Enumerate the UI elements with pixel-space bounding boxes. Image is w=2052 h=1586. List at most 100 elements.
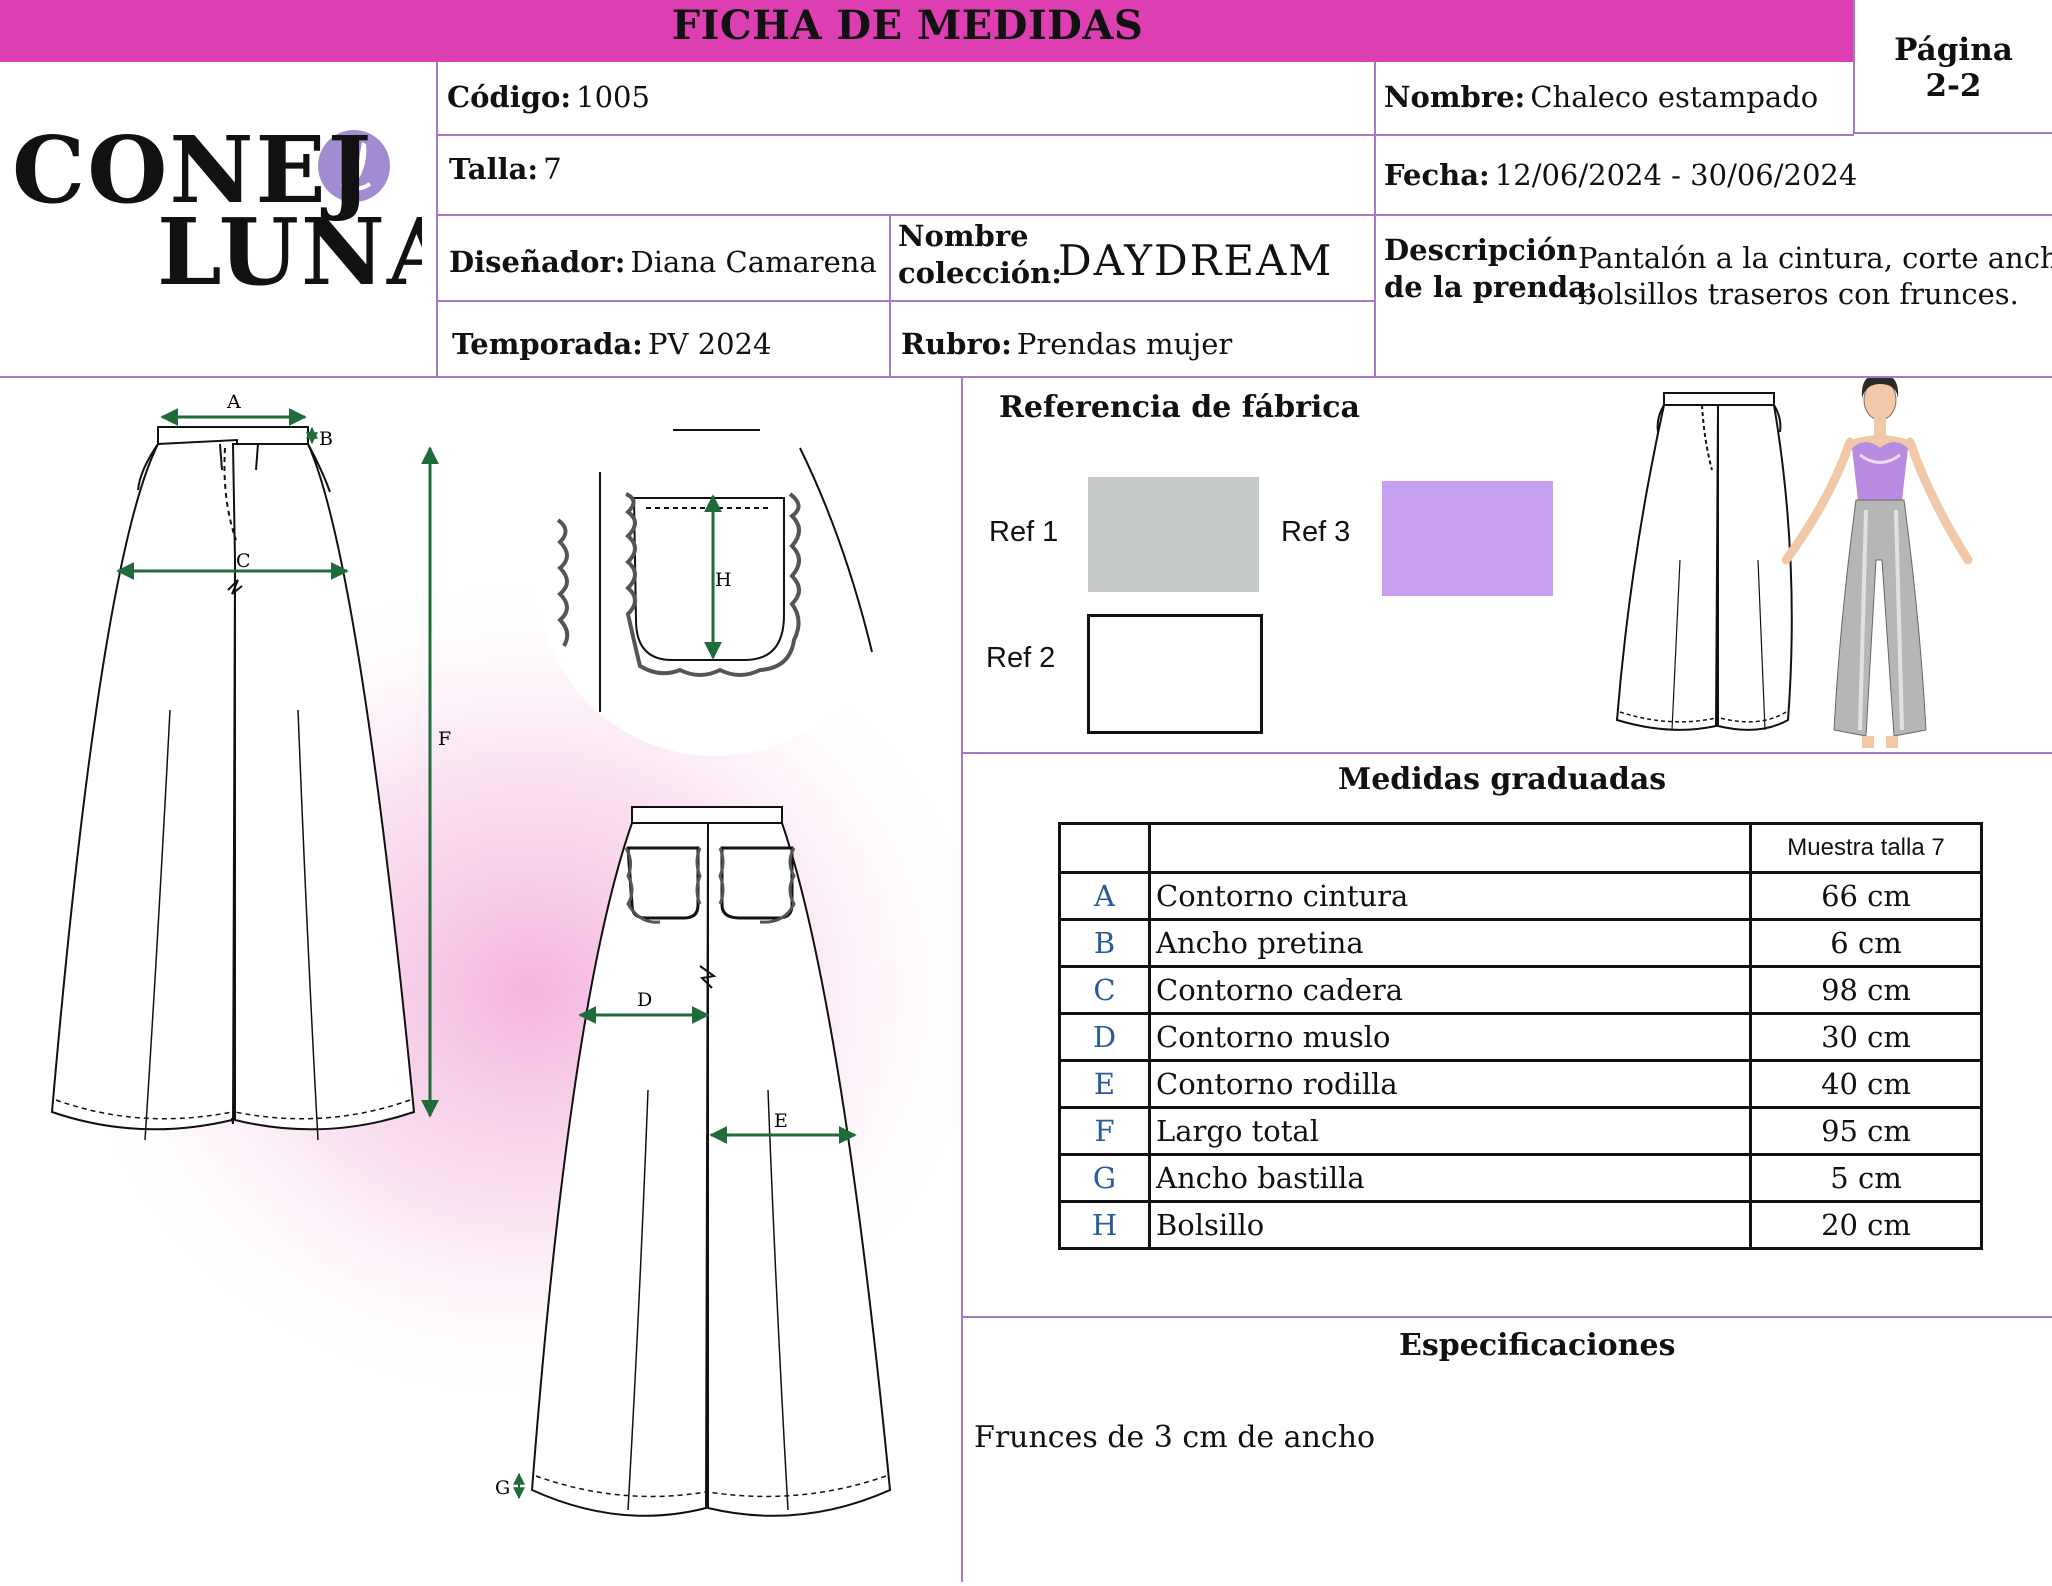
divider — [1374, 62, 1376, 378]
row-key: A — [1058, 871, 1151, 921]
table-row: G Ancho bastilla 5 cm — [1058, 1153, 1983, 1203]
page-number: 2-2 — [1925, 68, 1982, 104]
descripcion-label-line-1: Descripción — [1384, 233, 1578, 267]
specs-text: Frunces de 3 cm de ancho — [974, 1420, 1376, 1455]
ref-2-swatch — [1087, 614, 1263, 734]
nombre-field: Nombre: Chaleco estampado — [1384, 80, 1818, 114]
row-key: E — [1058, 1059, 1151, 1109]
model-illustration — [1781, 374, 1973, 748]
row-name: Contorno muslo — [1148, 1012, 1752, 1062]
temporada-label: Temporada: — [452, 327, 643, 361]
row-name: Contorno rodilla — [1148, 1059, 1752, 1109]
table-header-size: Muestra talla 7 — [1749, 822, 1983, 874]
row-value: 95 cm — [1749, 1106, 1983, 1156]
row-name: Largo total — [1148, 1106, 1752, 1156]
nombre-value: Chaleco estampado — [1530, 80, 1819, 114]
divider — [961, 1316, 2052, 1318]
nombre-label: Nombre: — [1384, 80, 1526, 114]
fecha-label: Fecha: — [1384, 158, 1490, 192]
mark-f-label: F — [438, 728, 451, 750]
divider — [436, 62, 438, 378]
page-title: FICHA DE MEDIDAS — [671, 2, 1144, 49]
brand-logo-graphic: CONEJ LUNAR — [12, 116, 537, 306]
temporada-field: Temporada: PV 2024 — [452, 327, 771, 361]
fabric-reference-title: Referencia de fábrica — [999, 390, 1360, 425]
codigo-field: Código: 1005 — [447, 80, 650, 114]
mark-g-label: G — [495, 1477, 510, 1499]
temporada-value: PV 2024 — [647, 327, 772, 361]
divider — [1853, 132, 2052, 134]
divider — [436, 134, 1854, 136]
descripcion-label: Descripción de la prenda: — [1384, 232, 1598, 306]
mark-b-label: B — [319, 428, 333, 450]
page-label: Página — [1894, 32, 2013, 68]
fecha-field: Fecha: 12/06/2024 - 30/06/2024 — [1384, 158, 1857, 192]
row-value: 6 cm — [1749, 918, 1983, 968]
brand-line-2: LUNAR — [157, 198, 422, 298]
row-name: Ancho pretina — [1148, 918, 1752, 968]
ref-3-swatch — [1382, 481, 1553, 596]
fecha-value: 12/06/2024 - 30/06/2024 — [1494, 158, 1858, 192]
table-row: H Bolsillo 20 cm — [1058, 1200, 1983, 1250]
ref-1-label: Ref 1 — [989, 516, 1059, 548]
ref-1-swatch — [1088, 477, 1259, 592]
measures-title: Medidas graduadas — [1338, 762, 1667, 797]
technical-drawing-svg: A B C D E F G H — [50, 391, 1010, 1517]
row-key: B — [1058, 918, 1151, 968]
row-key: H — [1058, 1200, 1151, 1250]
specs-title: Especificaciones — [1399, 1328, 1676, 1363]
divider — [961, 378, 963, 1582]
talla-label: Talla: — [449, 152, 539, 186]
row-value: 40 cm — [1749, 1059, 1983, 1109]
front-pants-illustration — [50, 426, 416, 1141]
row-key: G — [1058, 1153, 1151, 1203]
descripcion-value: Pantalón a la cintura, corte ancho, bols… — [1578, 240, 2052, 312]
divider — [889, 215, 891, 378]
brand-logo: CONEJ LUNAR — [12, 116, 537, 306]
disenador-field: Diseñador: Diana Camarena — [449, 245, 877, 279]
talla-field: Talla: 7 — [449, 152, 562, 186]
table-row: B Ancho pretina 6 cm — [1058, 918, 1983, 968]
descripcion-value-line-2: bolsillos traseros con frunces. — [1578, 277, 2019, 311]
coleccion-label-line-1: Nombre — [898, 219, 1029, 253]
disenador-label: Diseñador: — [449, 245, 626, 279]
mark-d-label: D — [637, 989, 652, 1011]
row-key: D — [1058, 1012, 1151, 1062]
divider — [436, 300, 1374, 302]
table-header-cell — [1058, 822, 1151, 874]
row-value: 98 cm — [1749, 965, 1983, 1015]
row-value: 30 cm — [1749, 1012, 1983, 1062]
mark-h-label: H — [715, 569, 732, 591]
divider — [961, 752, 2052, 754]
divider — [436, 214, 2052, 216]
mark-c-label: C — [236, 550, 251, 572]
rubro-label: Rubro: — [901, 327, 1012, 361]
page-indicator: Página 2-2 — [1855, 0, 2052, 132]
row-value: 20 cm — [1749, 1200, 1983, 1250]
ref-2-label: Ref 2 — [986, 642, 1056, 674]
rubro-field: Rubro: Prendas mujer — [901, 327, 1232, 361]
coleccion-label: Nombre colección: — [898, 218, 1062, 292]
talla-value: 7 — [543, 152, 562, 186]
table-row: E Contorno rodilla 40 cm — [1058, 1059, 1983, 1109]
row-key: C — [1058, 965, 1151, 1015]
table-header-cell — [1148, 822, 1752, 874]
disenador-value: Diana Camarena — [630, 245, 877, 279]
row-value: 66 cm — [1749, 871, 1983, 921]
garment-preview — [1600, 374, 2020, 750]
mark-e-label: E — [774, 1110, 788, 1132]
codigo-value: 1005 — [576, 80, 650, 114]
table-row: A Contorno cintura 66 cm — [1058, 871, 1983, 921]
row-name: Contorno cadera — [1148, 965, 1752, 1015]
mark-a-label: A — [226, 391, 241, 413]
descripcion-label-line-2: de la prenda: — [1384, 270, 1598, 304]
descripcion-value-line-1: Pantalón a la cintura, corte ancho, — [1578, 241, 2052, 275]
coleccion-label-line-2: colección: — [898, 256, 1062, 290]
garment-preview-svg — [1615, 374, 1973, 748]
rubro-value: Prendas mujer — [1016, 327, 1233, 361]
row-name: Ancho bastilla — [1148, 1153, 1752, 1203]
table-header-row: Muestra talla 7 — [1058, 822, 1983, 874]
ref-3-label: Ref 3 — [1281, 516, 1351, 548]
technical-drawing: A B C D E F G H — [0, 378, 1010, 1582]
table-row: C Contorno cadera 98 cm — [1058, 965, 1983, 1015]
